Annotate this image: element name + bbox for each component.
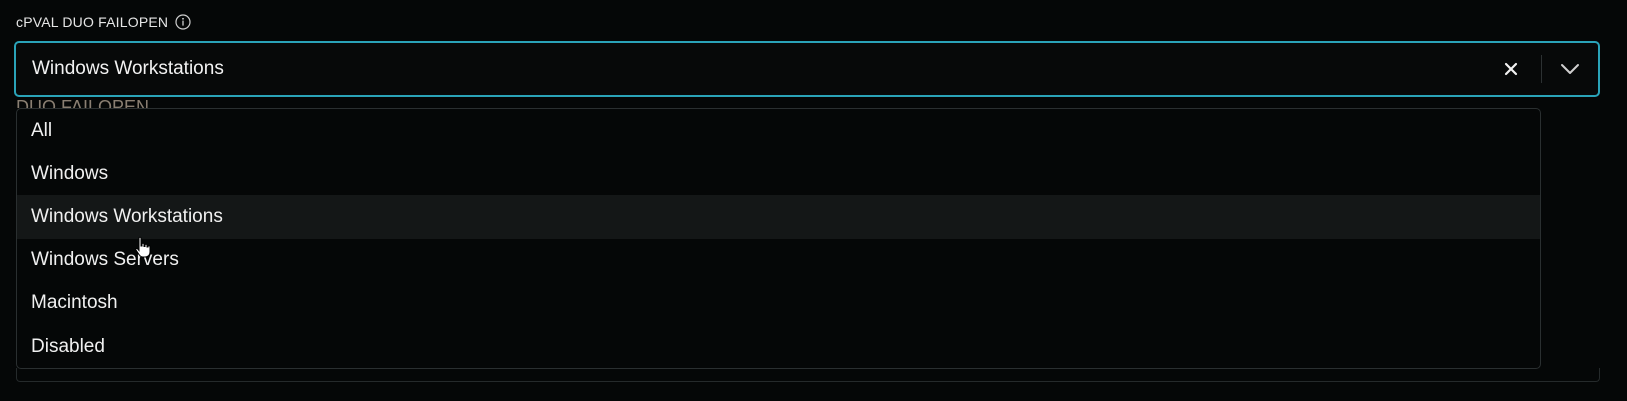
field-label: cPVAL DUO FAILOPEN [16,14,169,30]
dropdown-option[interactable]: Windows Servers [17,239,1540,282]
clear-button[interactable] [1491,49,1531,89]
selected-value[interactable]: Windows Workstations [16,58,1491,80]
dropdown-option[interactable]: Windows Workstations [17,195,1540,239]
dropdown-option[interactable]: Macintosh [17,282,1540,325]
underlying-panel-edge [16,368,1600,382]
dropdown-toggle-button[interactable] [1542,49,1598,89]
close-icon [1504,62,1518,76]
behind-label: DUO FAILOPEN [16,96,149,108]
failopen-field: cPVAL DUO FAILOPEN Windows Workstations … [0,0,1627,401]
select-control[interactable]: Windows Workstations [14,41,1600,97]
info-icon[interactable] [175,14,191,30]
dropdown-option[interactable]: Disabled [17,325,1540,368]
dropdown-option[interactable]: Windows [17,152,1540,195]
field-label-row: cPVAL DUO FAILOPEN [16,12,191,32]
dropdown-menu: All Windows Windows Workstations Windows Se… [16,108,1541,369]
behind-label-text: DUO FAILOPEN [16,97,150,108]
chevron-down-icon [1561,64,1579,74]
dropdown-option[interactable]: All [17,109,1540,152]
